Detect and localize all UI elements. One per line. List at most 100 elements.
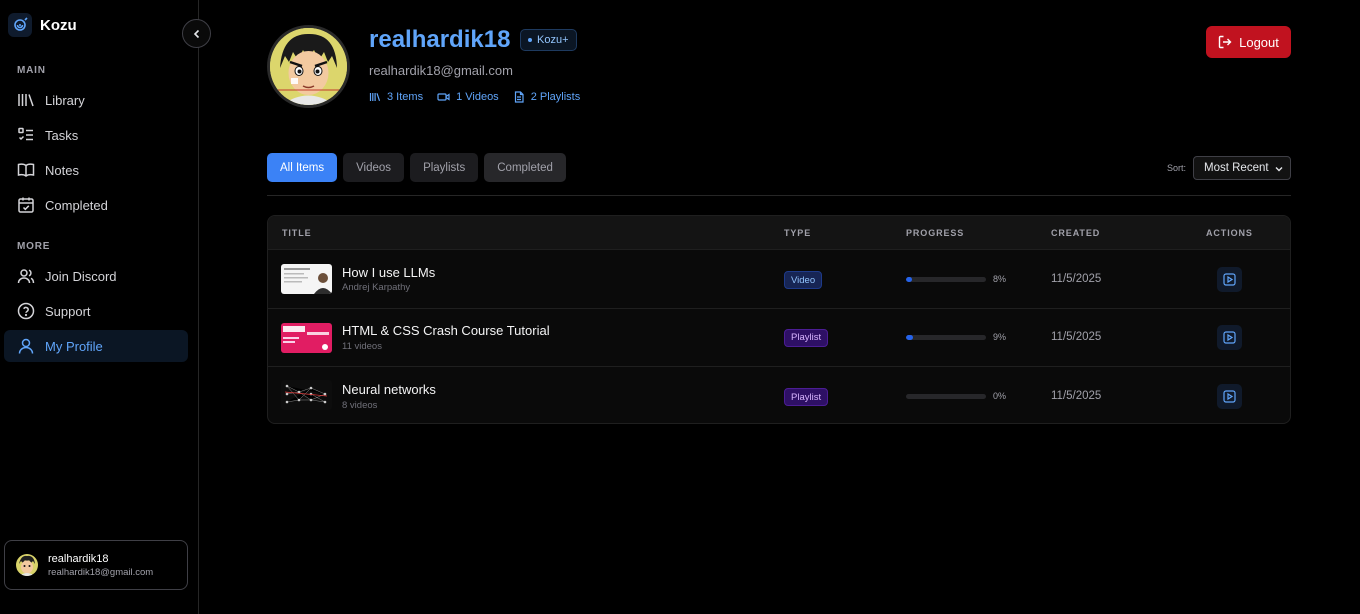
profile-avatar [267, 25, 350, 108]
video-icon [437, 93, 450, 101]
progress-text: 8% [993, 274, 1007, 284]
section-label-main: MAIN [17, 65, 46, 76]
sort-value: Most Recent [1204, 162, 1269, 174]
table-row[interactable]: How I use LLMs Andrej Karpathy Video 8% … [268, 249, 1290, 308]
logout-icon [1218, 35, 1232, 49]
sort-label: Sort: [1167, 163, 1187, 173]
chevron-left-icon [193, 29, 199, 38]
sidebar-item-tasks[interactable]: Tasks [4, 119, 188, 151]
kozu-logo-icon [8, 13, 32, 37]
progress-bar [906, 394, 986, 399]
progress-fill [906, 334, 914, 340]
library-table: TITLE TYPE PROGRESS CREATED ACTIONS How … [267, 215, 1291, 424]
sidebar-user-card[interactable]: realhardik18 realhardik18@gmail.com [4, 540, 188, 590]
header-created: CREATED [1051, 228, 1101, 238]
created-date: 11/5/2025 [1051, 273, 1102, 285]
library-icon [369, 93, 381, 101]
progress-text: 0% [993, 391, 1007, 401]
item-title[interactable]: HTML & CSS Crash Course Tutorial [342, 323, 550, 338]
sidebar-item-completed[interactable]: Completed [4, 189, 188, 221]
table-header: TITLE TYPE PROGRESS CREATED ACTIONS [268, 216, 1290, 249]
open-item-button[interactable] [1217, 324, 1242, 350]
item-title[interactable]: How I use LLMs [342, 265, 435, 280]
tab-videos[interactable]: Videos [343, 153, 405, 182]
profile-email: realhardik18@gmail.com [369, 63, 513, 78]
logout-button[interactable]: Logout [1206, 26, 1291, 58]
item-subtitle: 11 videos [342, 340, 382, 352]
created-date: 11/5/2025 [1051, 330, 1102, 343]
profile-username: realhardik18 [369, 26, 511, 53]
app-name: Kozu [40, 16, 77, 34]
library-icon [18, 94, 34, 107]
brand[interactable]: Kozu [8, 13, 77, 37]
sidebar-item-label: My Profile [45, 338, 103, 354]
sidebar-item-join-discord[interactable]: Join Discord [4, 260, 188, 292]
created-date: 11/5/2025 [1051, 390, 1102, 402]
book-icon [17, 163, 35, 177]
progress-fill [906, 277, 913, 282]
sidebar-item-support[interactable]: Support [4, 295, 188, 327]
stat-playlists-label: 2 Playlists [530, 91, 581, 103]
header-type: TYPE [784, 228, 812, 238]
header-title: TITLE [282, 228, 312, 238]
sidebar: Kozu MAIN Library Tasks Notes Completed … [0, 0, 199, 614]
sort-select[interactable]: Most Recent [1193, 156, 1291, 180]
stat-items[interactable]: 3 Items [369, 91, 423, 103]
table-row[interactable]: Neural networks 8 videos Playlist 0% 11/… [268, 366, 1290, 423]
thumbnail-image [281, 264, 332, 294]
item-subtitle: 8 videos [342, 400, 378, 411]
play-square-icon [1223, 390, 1236, 403]
divider [267, 195, 1291, 196]
avatar [16, 554, 38, 576]
plan-dot-icon [528, 38, 532, 42]
sidebar-item-label: Join Discord [45, 268, 117, 284]
stat-items-label: 3 Items [387, 91, 424, 103]
sidebar-item-label: Notes [45, 162, 79, 178]
sidebar-item-notes[interactable]: Notes [4, 154, 188, 186]
sidebar-item-library[interactable]: Library [4, 84, 188, 116]
tab-completed[interactable]: Completed [484, 153, 566, 182]
progress-bar [906, 277, 986, 282]
open-item-button[interactable] [1217, 384, 1242, 409]
help-circle-icon [17, 302, 35, 320]
sidebar-item-label: Tasks [45, 127, 79, 143]
user-icon [18, 338, 34, 354]
user-email: realhardik18@gmail.com [48, 566, 154, 578]
open-item-button[interactable] [1217, 267, 1242, 292]
logout-label: Logout [1239, 34, 1279, 50]
item-subtitle: Andrej Karpathy [342, 282, 411, 293]
plan-label: Kozu+ [537, 34, 569, 46]
sidebar-item-label: Support [45, 303, 91, 319]
calendar-check-icon [18, 197, 34, 213]
type-badge: Playlist [784, 328, 829, 347]
progress-text: 9% [993, 331, 1007, 342]
thumbnail-image [281, 380, 332, 410]
item-title[interactable]: Neural networks [342, 382, 436, 397]
tab-playlists[interactable]: Playlists [410, 153, 479, 182]
collapse-sidebar-button[interactable] [182, 19, 211, 48]
chevron-down-icon [1275, 167, 1283, 172]
play-square-icon [1223, 273, 1236, 286]
file-text-icon [514, 91, 524, 103]
tasks-icon [18, 127, 33, 141]
sidebar-item-my-profile[interactable]: My Profile [4, 330, 188, 362]
profile-stats: 3 Items 1 Videos 2 Playlists [369, 91, 580, 103]
tab-all-items[interactable]: All Items [267, 153, 338, 182]
header-actions: ACTIONS [1206, 228, 1253, 238]
type-badge: Playlist [784, 388, 829, 406]
stat-playlists[interactable]: 2 Playlists [513, 91, 581, 103]
users-icon [17, 269, 35, 284]
filter-tabs: All Items Videos Playlists Completed [267, 153, 566, 182]
sidebar-item-label: Library [45, 92, 85, 108]
thumbnail-image [281, 322, 332, 353]
stat-videos[interactable]: 1 Videos [437, 91, 499, 103]
plan-badge: Kozu+ [520, 29, 577, 51]
user-name: realhardik18 [48, 552, 109, 565]
play-square-icon [1223, 330, 1236, 344]
stat-videos-label: 1 Videos [456, 91, 499, 103]
header-progress: PROGRESS [906, 228, 965, 238]
progress-bar [906, 334, 986, 340]
sidebar-item-label: Completed [45, 197, 108, 213]
section-label-more: MORE [17, 241, 51, 252]
table-row[interactable]: HTML & CSS Crash Course Tutorial 11 vide… [268, 307, 1290, 367]
